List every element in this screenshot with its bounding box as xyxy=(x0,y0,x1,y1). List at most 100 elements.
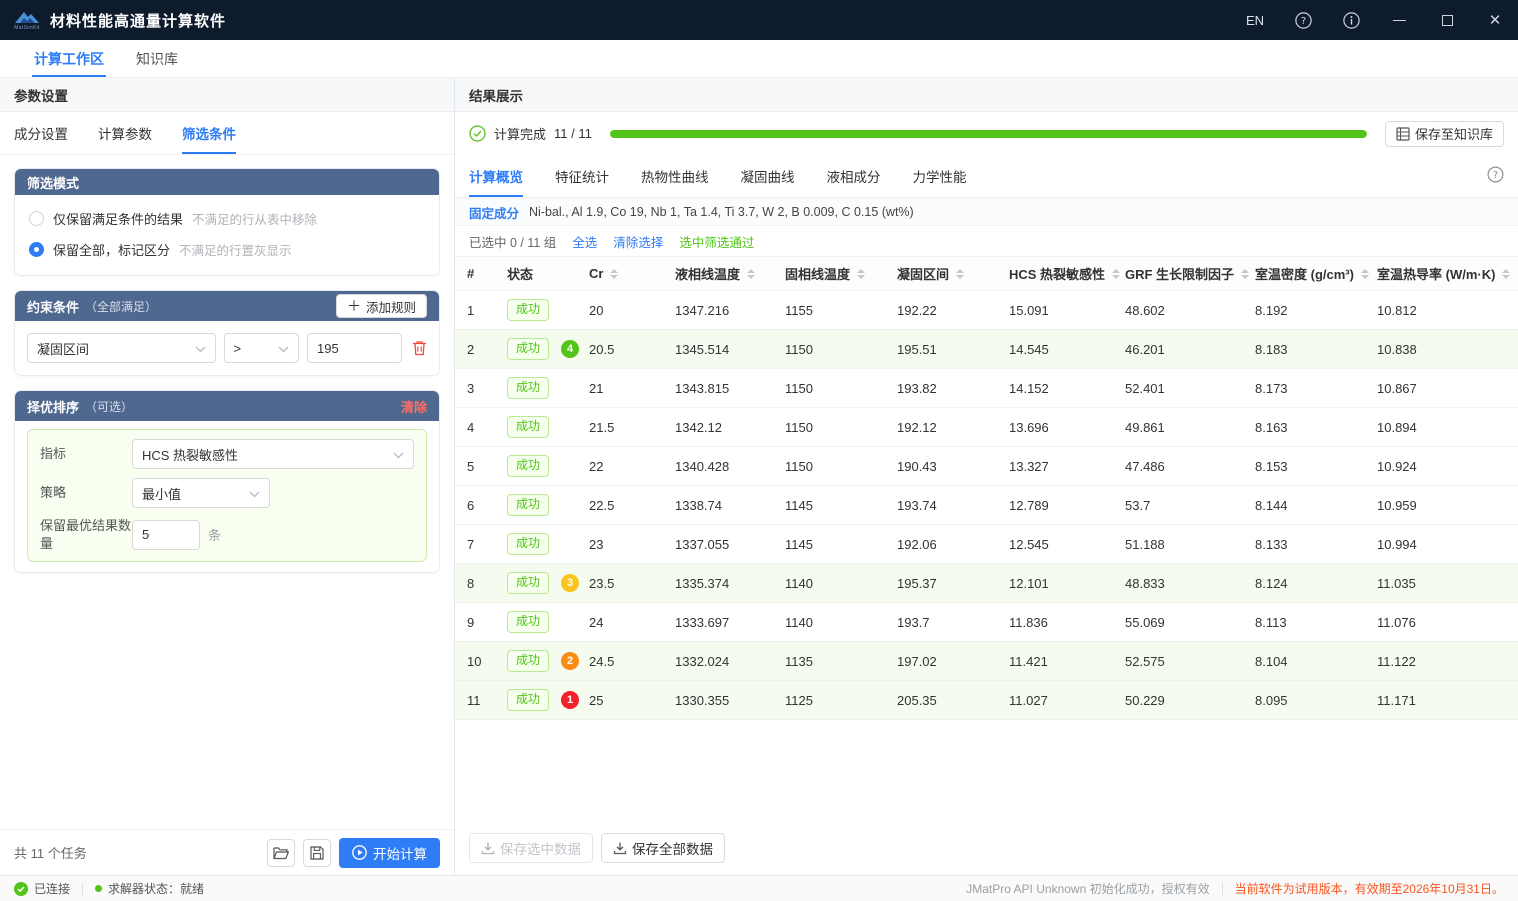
content-area: 参数设置 成分设置计算参数筛选条件 筛选模式 仅保留满足条件的结果不满足的行从表… xyxy=(0,78,1518,875)
cell-liquidus: 1342.12 xyxy=(675,420,785,435)
cell-freeze-range: 195.51 xyxy=(897,342,1009,357)
selection-action-link[interactable]: 选中筛选通过 xyxy=(679,232,754,251)
cell-solidus: 1140 xyxy=(785,615,897,630)
selection-action-link[interactable]: 全选 xyxy=(572,232,597,251)
cell-status: 成功 xyxy=(507,533,589,555)
metric-select[interactable]: HCS 热裂敏感性 xyxy=(132,439,414,469)
cell-grf: 49.861 xyxy=(1125,420,1255,435)
selection-action-link[interactable]: 清除选择 xyxy=(613,232,663,251)
cell-status: 成功 xyxy=(507,455,589,477)
cell-status: 成功 xyxy=(507,494,589,516)
sort-icon[interactable] xyxy=(857,269,865,279)
sort-icon[interactable] xyxy=(956,269,964,279)
sort-icon[interactable] xyxy=(610,269,618,279)
results-tab[interactable]: 特征统计 xyxy=(555,155,609,197)
main-tab[interactable]: 计算工作区 xyxy=(18,40,120,77)
column-header[interactable]: 室温密度 (g/cm³) xyxy=(1255,264,1377,283)
add-rule-button[interactable]: ＋ 添加规则 xyxy=(336,294,427,318)
results-help-icon[interactable]: ? xyxy=(1487,166,1504,186)
table-row[interactable]: 9成功241333.6971140193.711.83655.0698.1131… xyxy=(455,603,1518,642)
cell-status: 成功 xyxy=(507,416,589,438)
info-icon[interactable] xyxy=(1342,11,1360,29)
cell-freeze-range: 193.7 xyxy=(897,615,1009,630)
strategy-select[interactable]: 最小值 xyxy=(132,478,270,508)
keep-count-unit: 条 xyxy=(208,525,221,544)
row-index: 10 xyxy=(467,654,507,669)
cell-density: 8.104 xyxy=(1255,654,1377,669)
parameter-tab[interactable]: 计算参数 xyxy=(98,112,152,154)
language-toggle[interactable]: EN xyxy=(1246,13,1264,28)
cell-grf: 51.188 xyxy=(1125,537,1255,552)
results-tab[interactable]: 力学性能 xyxy=(913,155,967,197)
table-row[interactable]: 3成功211343.8151150193.8214.15252.4018.173… xyxy=(455,369,1518,408)
table-row[interactable]: 5成功221340.4281150190.4313.32747.4868.153… xyxy=(455,447,1518,486)
delete-rule-button[interactable] xyxy=(412,340,427,356)
sort-icon[interactable] xyxy=(747,269,755,279)
save-to-knowledge-base-button[interactable]: 保存至知识库 xyxy=(1385,121,1504,147)
table-row[interactable]: 1成功201347.2161155192.2215.09148.6028.192… xyxy=(455,291,1518,330)
column-header[interactable]: Cr xyxy=(589,266,675,281)
table-row[interactable]: 2成功420.51345.5141150195.5114.54546.2018.… xyxy=(455,330,1518,369)
cell-freeze-range: 197.02 xyxy=(897,654,1009,669)
help-icon[interactable]: ? xyxy=(1294,11,1312,29)
column-header[interactable]: GRF 生长限制因子 xyxy=(1125,264,1255,283)
status-badge: 成功 xyxy=(507,455,549,477)
keep-count-input[interactable] xyxy=(132,520,200,550)
table-row[interactable]: 6成功22.51338.741145193.7412.78953.78.1441… xyxy=(455,486,1518,525)
start-calculation-button[interactable]: 开始计算 xyxy=(339,838,440,868)
table-row[interactable]: 4成功21.51342.121150192.1213.69649.8618.16… xyxy=(455,408,1518,447)
close-button[interactable]: ✕ xyxy=(1486,11,1504,29)
column-header[interactable]: 室温热导率 (W/m·K) xyxy=(1377,264,1518,283)
results-panel-title: 结果展示 xyxy=(455,78,1518,112)
results-tab[interactable]: 热物性曲线 xyxy=(641,155,709,197)
table-row[interactable]: 11成功1251330.3551125205.3511.02750.2298.0… xyxy=(455,681,1518,720)
results-tab[interactable]: 计算概览 xyxy=(469,155,523,197)
column-header: # xyxy=(467,266,507,281)
cell-cr: 20 xyxy=(589,303,675,318)
row-index: 6 xyxy=(467,498,507,513)
table-row[interactable]: 10成功224.51332.0241135197.0211.42152.5758… xyxy=(455,642,1518,681)
sort-icon[interactable] xyxy=(1112,269,1120,279)
filter-mode-option[interactable]: 保留全部，标记区分不满足的行置灰显示 xyxy=(27,234,427,265)
rule-field-select[interactable]: 凝固区间 xyxy=(27,333,216,363)
rule-value-input[interactable] xyxy=(307,333,402,363)
cell-density: 8.133 xyxy=(1255,537,1377,552)
results-panel: 结果展示 计算完成 11 / 11 保存至知识库 计算概览特征统计热物性曲线凝固… xyxy=(455,78,1518,875)
rank-badge: 2 xyxy=(561,652,579,670)
column-header[interactable]: 固相线温度 xyxy=(785,264,897,283)
sort-icon[interactable] xyxy=(1241,269,1249,279)
results-tab[interactable]: 液相成分 xyxy=(827,155,881,197)
database-icon xyxy=(1396,127,1410,141)
cell-hcs: 11.421 xyxy=(1009,654,1125,669)
save-config-button[interactable] xyxy=(303,839,331,867)
save-all-data-button[interactable]: 保存全部数据 xyxy=(601,833,725,863)
parameter-tab[interactable]: 筛选条件 xyxy=(182,112,236,154)
cell-density: 8.173 xyxy=(1255,381,1377,396)
cell-solidus: 1145 xyxy=(785,537,897,552)
maximize-button[interactable] xyxy=(1438,11,1456,29)
results-tab[interactable]: 凝固曲线 xyxy=(741,155,795,197)
sort-icon[interactable] xyxy=(1502,269,1510,279)
folder-open-icon xyxy=(273,846,289,860)
table-row[interactable]: 7成功231337.0551145192.0612.54551.1888.133… xyxy=(455,525,1518,564)
open-file-button[interactable] xyxy=(267,839,295,867)
logo-text: MatSimKit xyxy=(14,25,39,31)
filter-mode-option[interactable]: 仅保留满足条件的结果不满足的行从表中移除 xyxy=(27,203,427,234)
cell-conductivity: 10.894 xyxy=(1377,420,1518,435)
button-label: 保存选中数据 xyxy=(500,838,581,858)
table-row[interactable]: 8成功323.51335.3741140195.3712.10148.8338.… xyxy=(455,564,1518,603)
column-header[interactable]: 凝固区间 xyxy=(897,264,1009,283)
rule-operator-select[interactable]: > xyxy=(224,333,300,363)
minimize-button[interactable] xyxy=(1390,11,1408,29)
cell-conductivity: 10.812 xyxy=(1377,303,1518,318)
column-header[interactable]: HCS 热裂敏感性 xyxy=(1009,264,1125,283)
clear-ranking-link[interactable]: 清除 xyxy=(401,397,427,416)
column-header[interactable]: 液相线温度 xyxy=(675,264,785,283)
sort-icon[interactable] xyxy=(1361,269,1369,279)
status-badge: 成功 xyxy=(507,494,549,516)
cell-grf: 47.486 xyxy=(1125,459,1255,474)
strategy-label: 策略 xyxy=(40,484,132,502)
main-tab[interactable]: 知识库 xyxy=(120,40,194,77)
parameter-tab[interactable]: 成分设置 xyxy=(14,112,68,154)
svg-text:?: ? xyxy=(1493,170,1498,181)
